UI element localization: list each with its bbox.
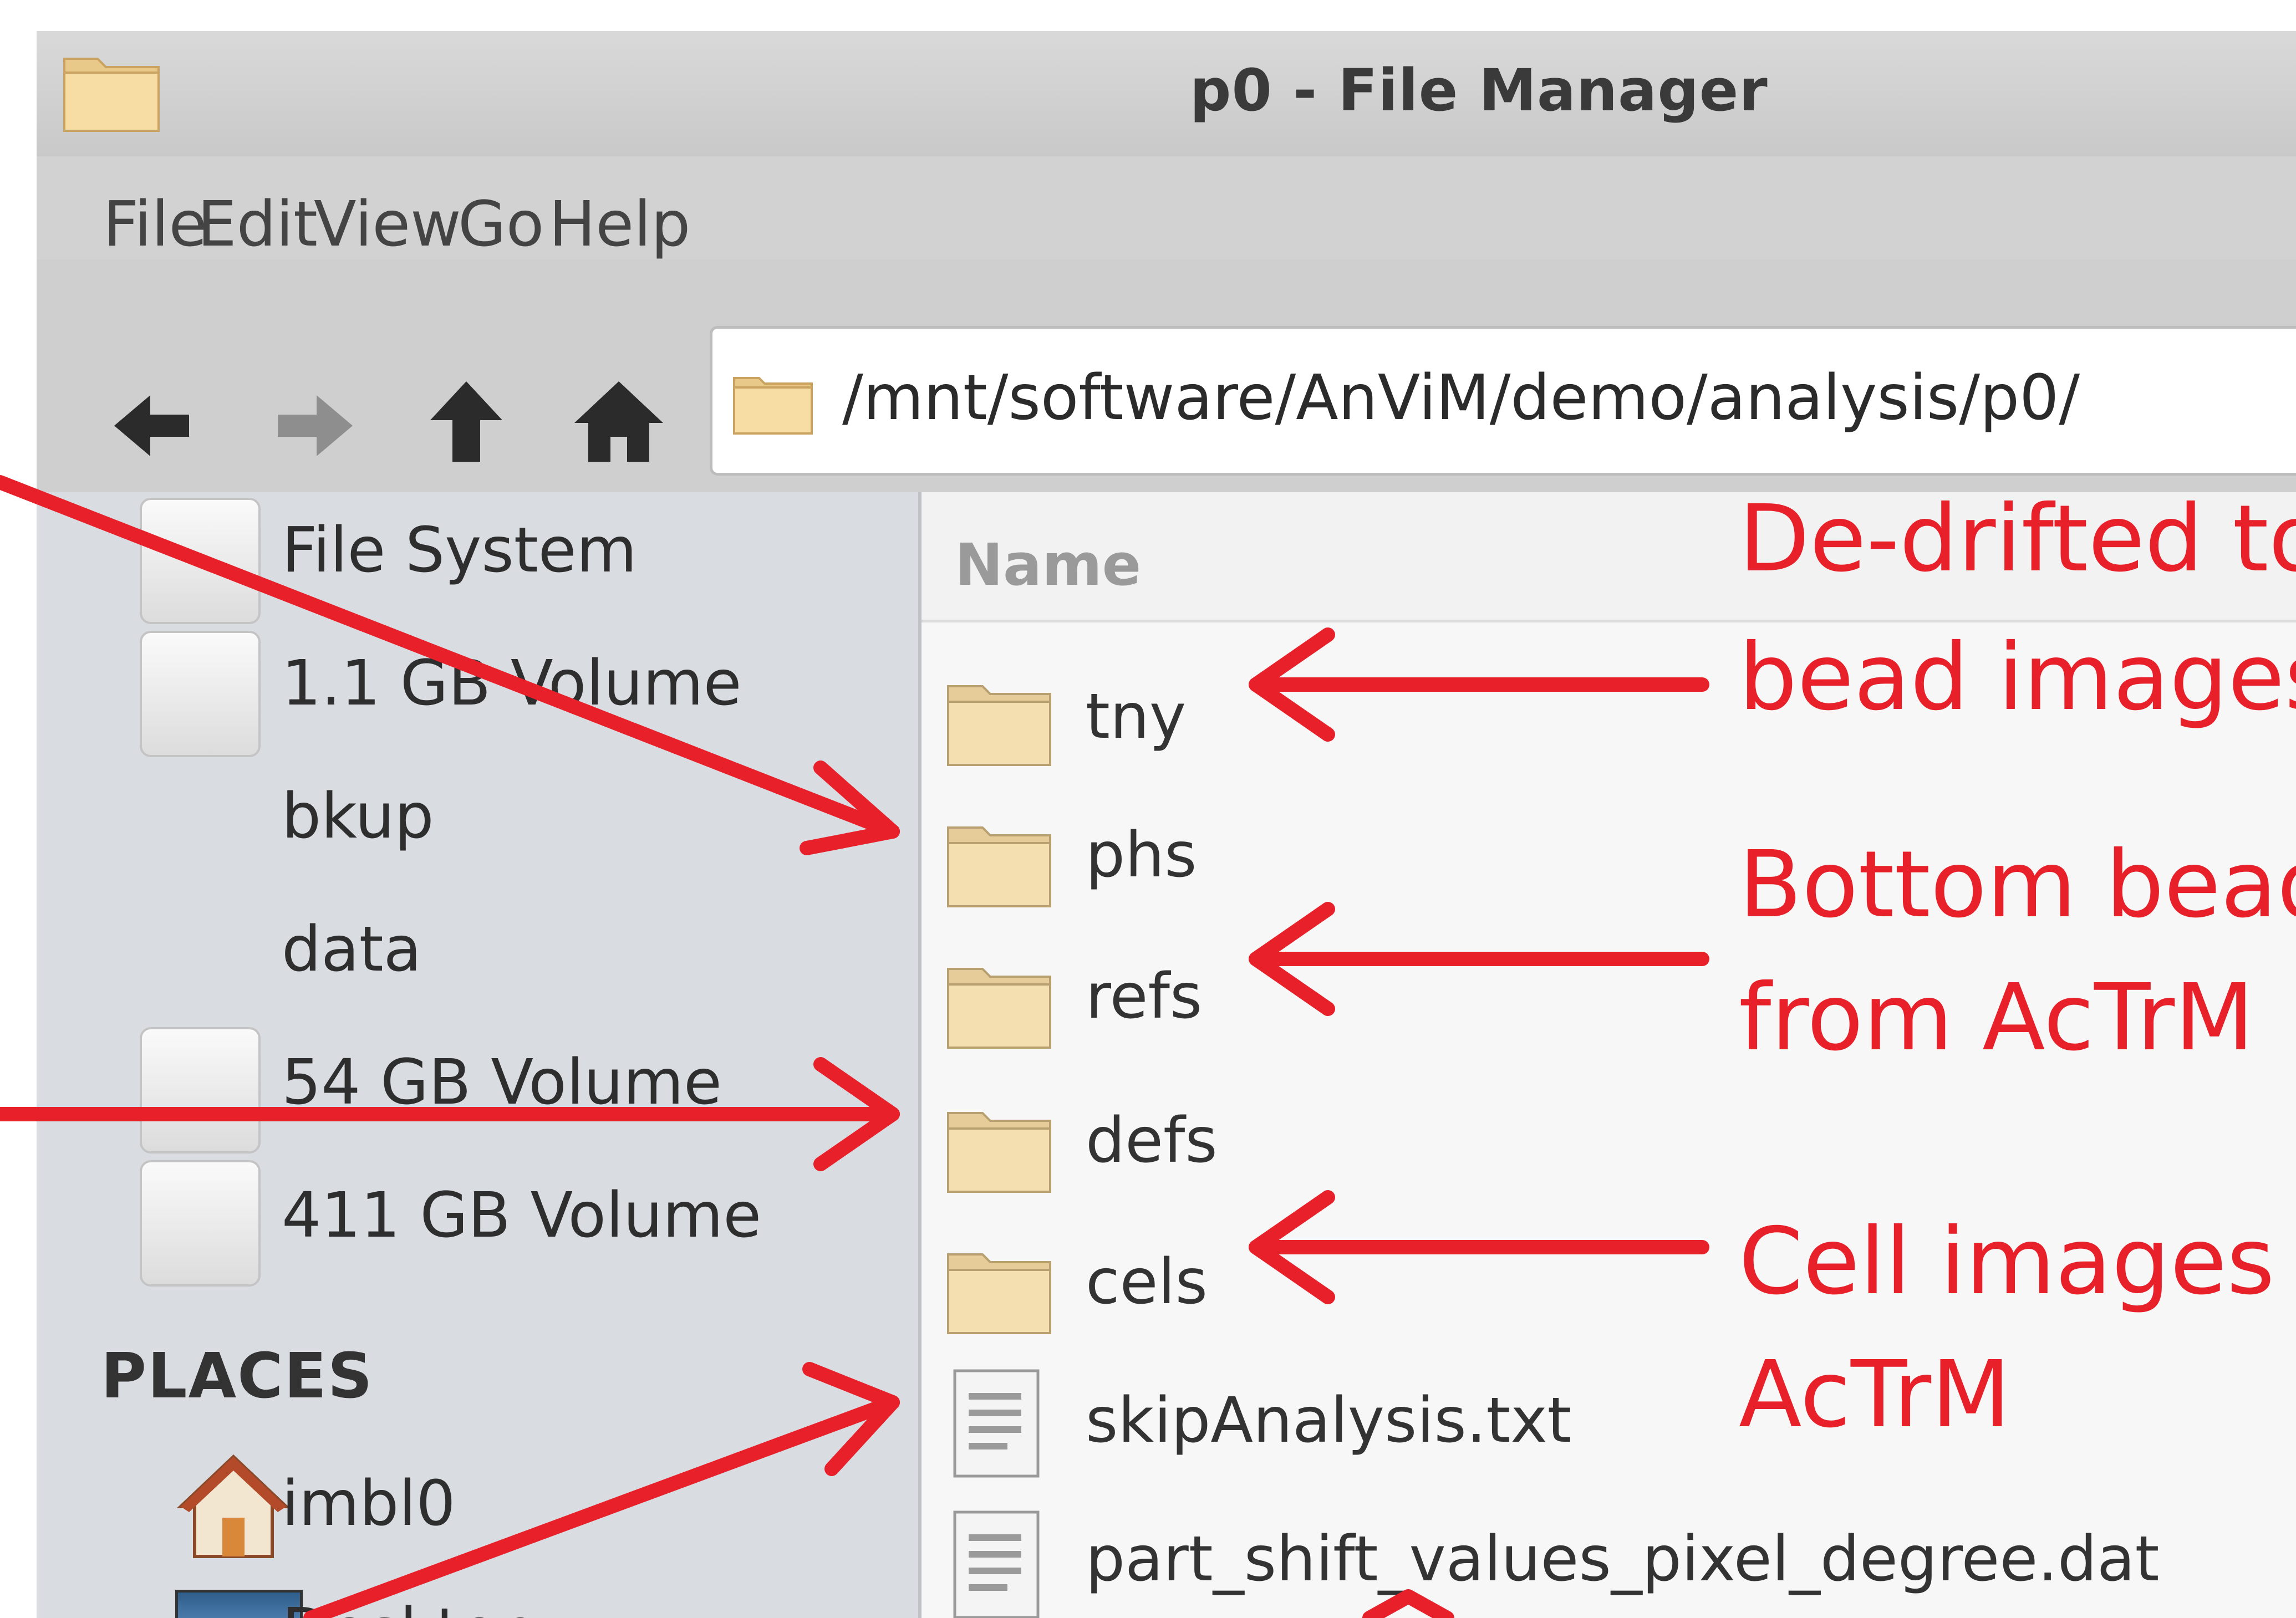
file-row-skipanalysis[interactable]: skipAnalysis.txt [1086,1385,1572,1457]
toolbar: /mnt/software/AnViM/demo/analysis/p0/ [37,259,2296,494]
text-file-icon [953,1510,1040,1618]
name-column-label: Name [955,531,1142,599]
file-row-defs[interactable]: defs [1086,1105,1218,1177]
home-folder-icon [176,1454,291,1558]
file-row-cels[interactable]: cels [1086,1246,1208,1318]
menu-edit[interactable]: Edit [197,188,318,261]
annotation-text: from AcTrM [1739,964,2254,1071]
places-heading: PLACES [101,1340,374,1412]
title-bar[interactable]: p0 - File Manager [37,31,2296,156]
sidebar-item-file-system[interactable]: File System [282,514,637,586]
folder-icon [733,377,813,435]
drive-icon [140,498,261,624]
sidebar-item-1-1-gb-volume[interactable]: 1.1 GB Volume [282,647,742,719]
folder-icon [947,1112,1051,1193]
file-row-part-shift-values[interactable]: part_shift_values_pixel_degree.dat [1086,1523,2160,1595]
file-row-tny[interactable]: tny [1086,681,1186,753]
drive-icon [140,631,261,757]
sidebar-item-desktop[interactable]: Desktop [282,1595,538,1618]
annotation-text: Cell images [1739,1208,2275,1315]
sidebar-item-imbl0[interactable]: imbl0 [282,1468,456,1540]
menu-go[interactable]: Go [458,188,544,261]
location-input[interactable]: /mnt/software/AnViM/demo/analysis/p0/ [842,362,2080,434]
annotation-text: bead images [1739,624,2296,731]
annotation-text: AcTrM [1739,1341,2011,1448]
drive-icon [140,1027,261,1153]
menu-help[interactable]: Help [549,188,690,261]
annotation-text: Bottom bead [1739,831,2296,938]
folder-icon [947,1253,1051,1334]
home-icon[interactable] [572,373,666,467]
sidebar-item-data[interactable]: data [282,913,421,986]
folder-icon [947,826,1051,907]
sidebar-item-54-gb-volume[interactable]: 54 GB Volume [282,1047,722,1119]
folder-icon [947,685,1051,766]
arrow-left-icon[interactable] [103,379,197,473]
folder-icon [947,968,1051,1049]
arrow-up-icon[interactable] [419,373,513,467]
arrow-right-icon[interactable] [269,379,364,473]
sidebar: File System 1.1 GB Volume bkup data 54 G… [37,492,922,1618]
menu-view[interactable]: View [314,188,461,261]
location-bar[interactable]: /mnt/software/AnViM/demo/analysis/p0/ [710,326,2296,476]
file-row-phs[interactable]: phs [1086,819,1197,891]
sidebar-item-bkup[interactable]: bkup [282,780,434,853]
folder-icon [63,58,160,132]
annotation-text: De-drifted to [1739,486,2296,593]
menu-bar: File Edit View Go Help [37,156,2296,261]
sidebar-item-411-gb-volume[interactable]: 411 GB Volume [282,1180,761,1252]
file-row-refs[interactable]: refs [1086,961,1202,1033]
window-title: p0 - File Manager [1190,57,1768,124]
menu-file[interactable]: File [103,188,207,261]
text-file-icon [953,1369,1040,1478]
drive-icon [140,1160,261,1287]
